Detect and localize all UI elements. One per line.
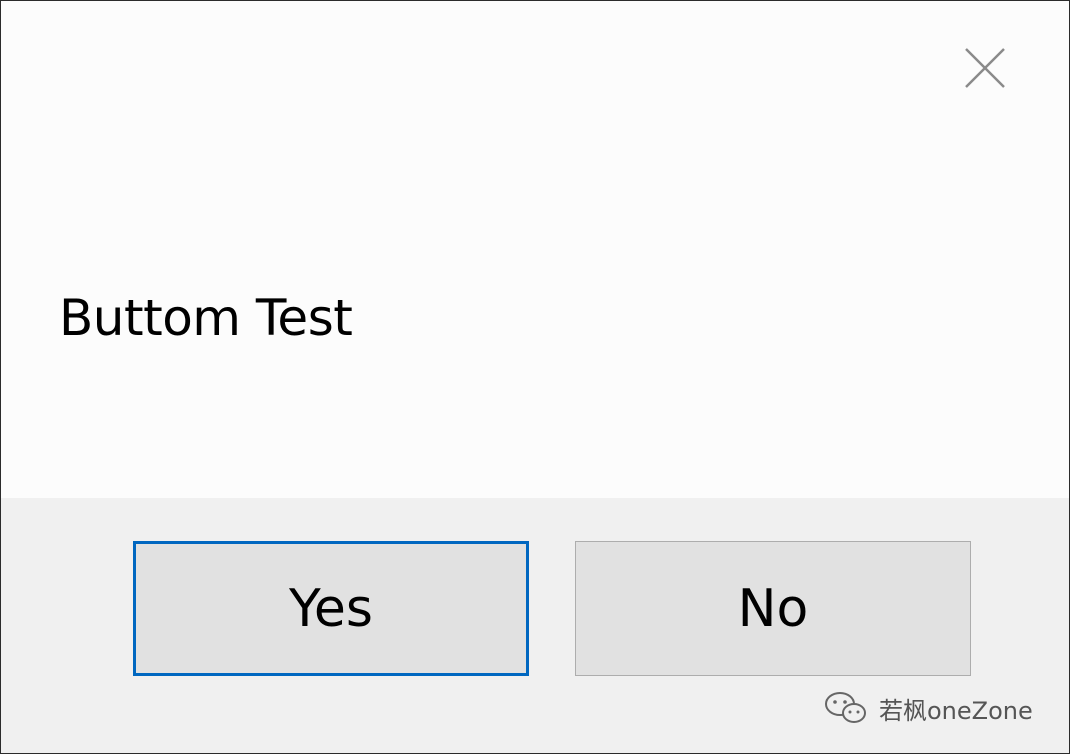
yes-button[interactable]: Yes bbox=[133, 541, 529, 676]
message-dialog: Buttom Test Yes No 若枫oneZone bbox=[0, 0, 1070, 754]
no-button[interactable]: No bbox=[575, 541, 971, 676]
close-icon bbox=[965, 48, 1005, 88]
watermark: 若枫oneZone bbox=[823, 690, 1033, 726]
dialog-content: Buttom Test bbox=[1, 1, 1069, 498]
wechat-icon bbox=[825, 692, 866, 723]
dialog-message: Buttom Test bbox=[59, 289, 353, 347]
close-button[interactable] bbox=[956, 39, 1014, 97]
watermark-text: 若枫oneZone bbox=[879, 696, 1033, 725]
button-bar: Yes No 若枫oneZone bbox=[1, 498, 1069, 753]
